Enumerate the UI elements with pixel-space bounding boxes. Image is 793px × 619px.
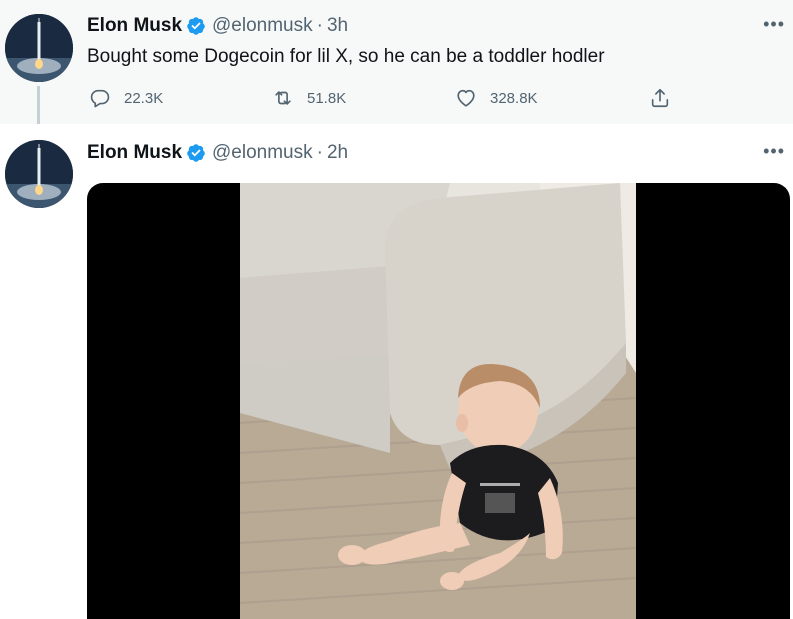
- like-button[interactable]: 328.8K: [455, 87, 538, 109]
- more-icon[interactable]: •••: [763, 14, 785, 35]
- separator-dot: ·: [316, 142, 323, 163]
- retweet-count: 51.8K: [307, 89, 347, 107]
- more-icon[interactable]: •••: [763, 141, 785, 162]
- verified-badge-icon: [186, 16, 206, 36]
- video-frame: [240, 183, 636, 619]
- separator-dot: ·: [316, 15, 323, 36]
- like-icon: [457, 89, 475, 107]
- reply-icon: [90, 89, 110, 108]
- author-name[interactable]: Elon Musk: [87, 15, 182, 37]
- avatar[interactable]: [5, 14, 73, 82]
- like-count: 328.8K: [490, 89, 538, 107]
- author-handle[interactable]: @elonmusk: [212, 142, 313, 164]
- verified-badge-icon: [186, 143, 206, 163]
- avatar[interactable]: [5, 140, 73, 208]
- share-icon: [651, 88, 669, 108]
- reply-button[interactable]: 22.3K: [89, 87, 163, 109]
- share-button[interactable]: [649, 87, 671, 109]
- rocket-launch-avatar-image: [5, 140, 73, 208]
- tweet-actions: 22.3K 51.8K 328.8K: [87, 87, 687, 113]
- retweet-button[interactable]: 51.8K: [272, 87, 346, 109]
- author-handle[interactable]: @elonmusk: [212, 15, 313, 37]
- tweet-header: Elon Musk @elonmusk · 2h: [87, 142, 348, 164]
- tweet-timestamp[interactable]: 2h: [327, 142, 348, 164]
- rocket-launch-avatar-image: [5, 14, 73, 82]
- tweet-timestamp[interactable]: 3h: [327, 15, 348, 37]
- baby-on-rug-video-still: [240, 183, 636, 619]
- author-name[interactable]: Elon Musk: [87, 142, 182, 164]
- tweet-text: Bought some Dogecoin for lil X, so he ca…: [87, 46, 605, 67]
- tweet-header: Elon Musk @elonmusk · 3h: [87, 15, 348, 37]
- tweet[interactable]: Elon Musk @elonmusk · 3h ••• Bought some…: [0, 0, 793, 130]
- retweet-icon: [275, 91, 291, 105]
- reply-count: 22.3K: [124, 89, 164, 107]
- tweet-video[interactable]: [87, 183, 790, 619]
